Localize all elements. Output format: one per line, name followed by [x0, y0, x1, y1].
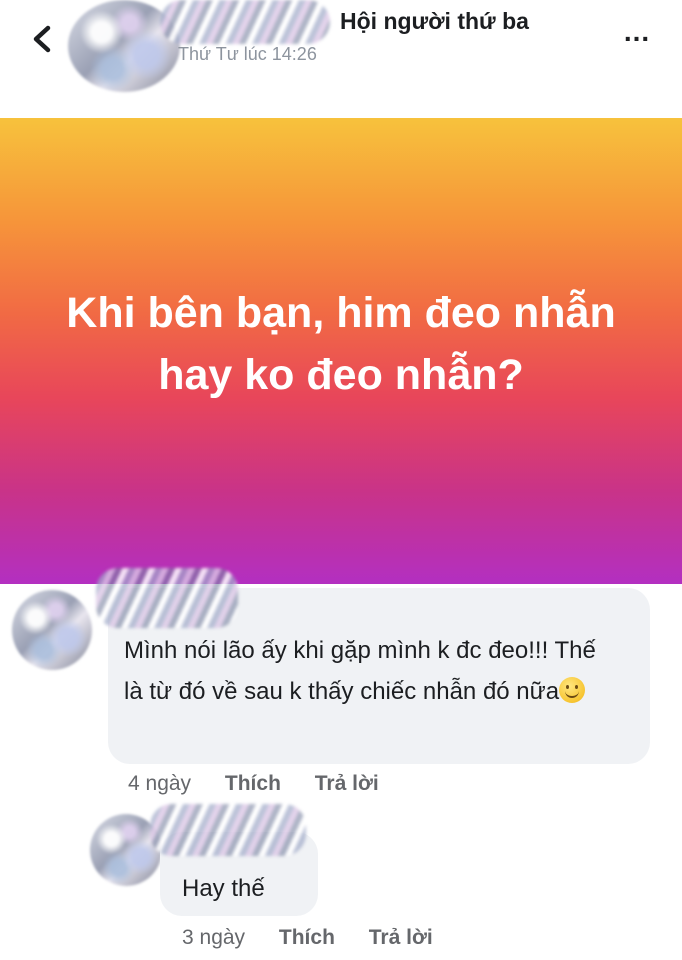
group-name[interactable]: Hội người thứ ba	[340, 8, 529, 35]
comment-body: Mình nói lão ấy khi gặp mình k đc đeo!!!…	[124, 637, 596, 705]
reply-button[interactable]: Trả lời	[315, 772, 379, 796]
reply-reply-button[interactable]: Trả lời	[369, 926, 433, 950]
commenter-avatar[interactable]	[12, 590, 92, 670]
more-options-button[interactable]: ...	[612, 18, 662, 52]
comment-time: 4 ngày	[128, 772, 192, 795]
post-text: Khi bên bạn, him đeo nhẫn hay ko đeo nhẫ…	[66, 289, 616, 399]
reply-text: Hay thế	[182, 875, 265, 902]
comment-actions: 4 ngày Thích Trả lời	[128, 772, 379, 796]
post-banner: Khi bên bạn, him đeo nhẫn hay ko đeo nhẫ…	[0, 118, 682, 584]
reply-time: 3 ngày	[182, 926, 246, 949]
reply-actions: 3 ngày Thích Trả lời	[182, 926, 433, 950]
back-arrow-icon[interactable]	[28, 18, 58, 60]
smiling-face-icon	[559, 677, 586, 703]
poster-name-redacted	[160, 0, 330, 44]
reply-commenter-name-redacted	[150, 804, 306, 856]
comment-text: Mình nói lão ấy khi gặp mình k đc đeo!!!…	[124, 630, 614, 712]
like-button[interactable]: Thích	[225, 772, 281, 796]
reply-like-button[interactable]: Thích	[279, 926, 335, 950]
post-time: Thứ Tư lúc 14:26	[178, 44, 317, 64]
commenter-name-redacted	[96, 568, 238, 628]
post-header: Hội người thứ ba Thứ Tư lúc 14:26 ...	[0, 0, 682, 112]
